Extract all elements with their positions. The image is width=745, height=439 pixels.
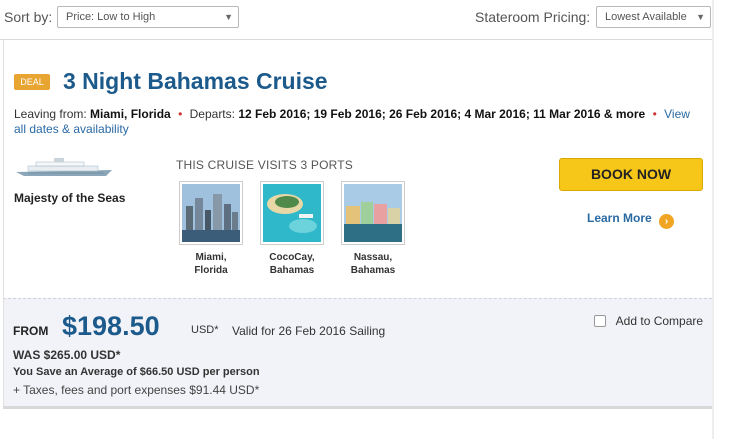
port-image — [260, 181, 324, 245]
stateroom-pricing-label: Stateroom Pricing: — [475, 9, 591, 25]
cruise-title[interactable]: 3 Night Bahamas Cruise — [63, 68, 328, 95]
price-currency: USD* — [191, 324, 219, 336]
leaving-label: Leaving from: — [14, 107, 87, 121]
itinerary-details: Leaving from: Miami, Florida • Departs: … — [14, 107, 704, 137]
port-cococay[interactable]: CocoCay, Bahamas — [260, 181, 324, 277]
valid-sailing-text: Valid for 26 Feb 2016 Sailing — [232, 324, 386, 338]
sort-select-value: Price: Low to High — [66, 11, 156, 23]
separator-dot: • — [652, 107, 657, 121]
departs-value: 12 Feb 2016; 19 Feb 2016; 26 Feb 2016; 4… — [238, 107, 646, 121]
miami-skyline-image — [182, 184, 240, 242]
deal-badge: DEAL — [14, 74, 50, 90]
port-miami[interactable]: Miami, Florida — [179, 181, 243, 277]
learn-more-label: Learn More — [587, 211, 652, 225]
sort-bar: Sort by: Price: Low to High ▼ Stateroom … — [0, 0, 712, 40]
was-price: WAS $265.00 USD* — [13, 348, 121, 362]
learn-more-link[interactable]: Learn More › — [587, 211, 675, 229]
stateroom-pricing-value: Lowest Available — [605, 11, 687, 23]
port-nassau[interactable]: Nassau, Bahamas — [341, 181, 405, 277]
arrow-right-icon: › — [659, 214, 675, 229]
ship-image — [16, 158, 112, 176]
content-edge — [712, 0, 714, 439]
port-image — [341, 181, 405, 245]
port-name-line2: Bahamas — [350, 265, 396, 276]
sort-select[interactable]: Price: Low to High ▼ — [57, 6, 239, 28]
port-name-line2: Florida — [194, 265, 228, 276]
ship-name: Majesty of the Seas — [14, 191, 126, 205]
port-name-line2: Bahamas — [269, 265, 315, 276]
card-bottom-divider — [3, 406, 712, 409]
departs-label: Departs: — [189, 107, 235, 121]
cococay-island-image — [263, 184, 321, 242]
add-to-compare[interactable]: Add to Compare — [594, 314, 703, 328]
port-image — [179, 181, 243, 245]
savings-text: You Save an Average of $66.50 USD per pe… — [13, 366, 260, 378]
taxes-text: + Taxes, fees and port expenses $91.44 U… — [13, 383, 260, 397]
price-panel: FROM $198.50 USD* Valid for 26 Feb 2016 … — [3, 298, 712, 406]
port-name-line1: CocoCay, — [269, 252, 315, 263]
compare-checkbox[interactable] — [594, 315, 606, 327]
sort-label: Sort by: — [4, 9, 53, 25]
book-now-button[interactable]: BOOK NOW — [559, 158, 703, 191]
separator-dot: • — [178, 107, 183, 121]
port-name-line1: Nassau, — [353, 252, 393, 263]
stateroom-pricing-select[interactable]: Lowest Available ▼ — [596, 6, 711, 28]
chevron-down-icon: ▼ — [224, 12, 233, 22]
chevron-down-icon: ▼ — [696, 12, 705, 22]
leaving-value: Miami, Florida — [90, 107, 171, 121]
from-label: FROM — [13, 324, 49, 338]
nassau-harbor-image — [344, 184, 402, 242]
compare-label: Add to Compare — [615, 314, 704, 328]
price-amount: $198.50 — [62, 311, 160, 341]
port-name-line1: Miami, — [195, 252, 227, 263]
ports-heading: THIS CRUISE VISITS 3 PORTS — [176, 158, 354, 172]
